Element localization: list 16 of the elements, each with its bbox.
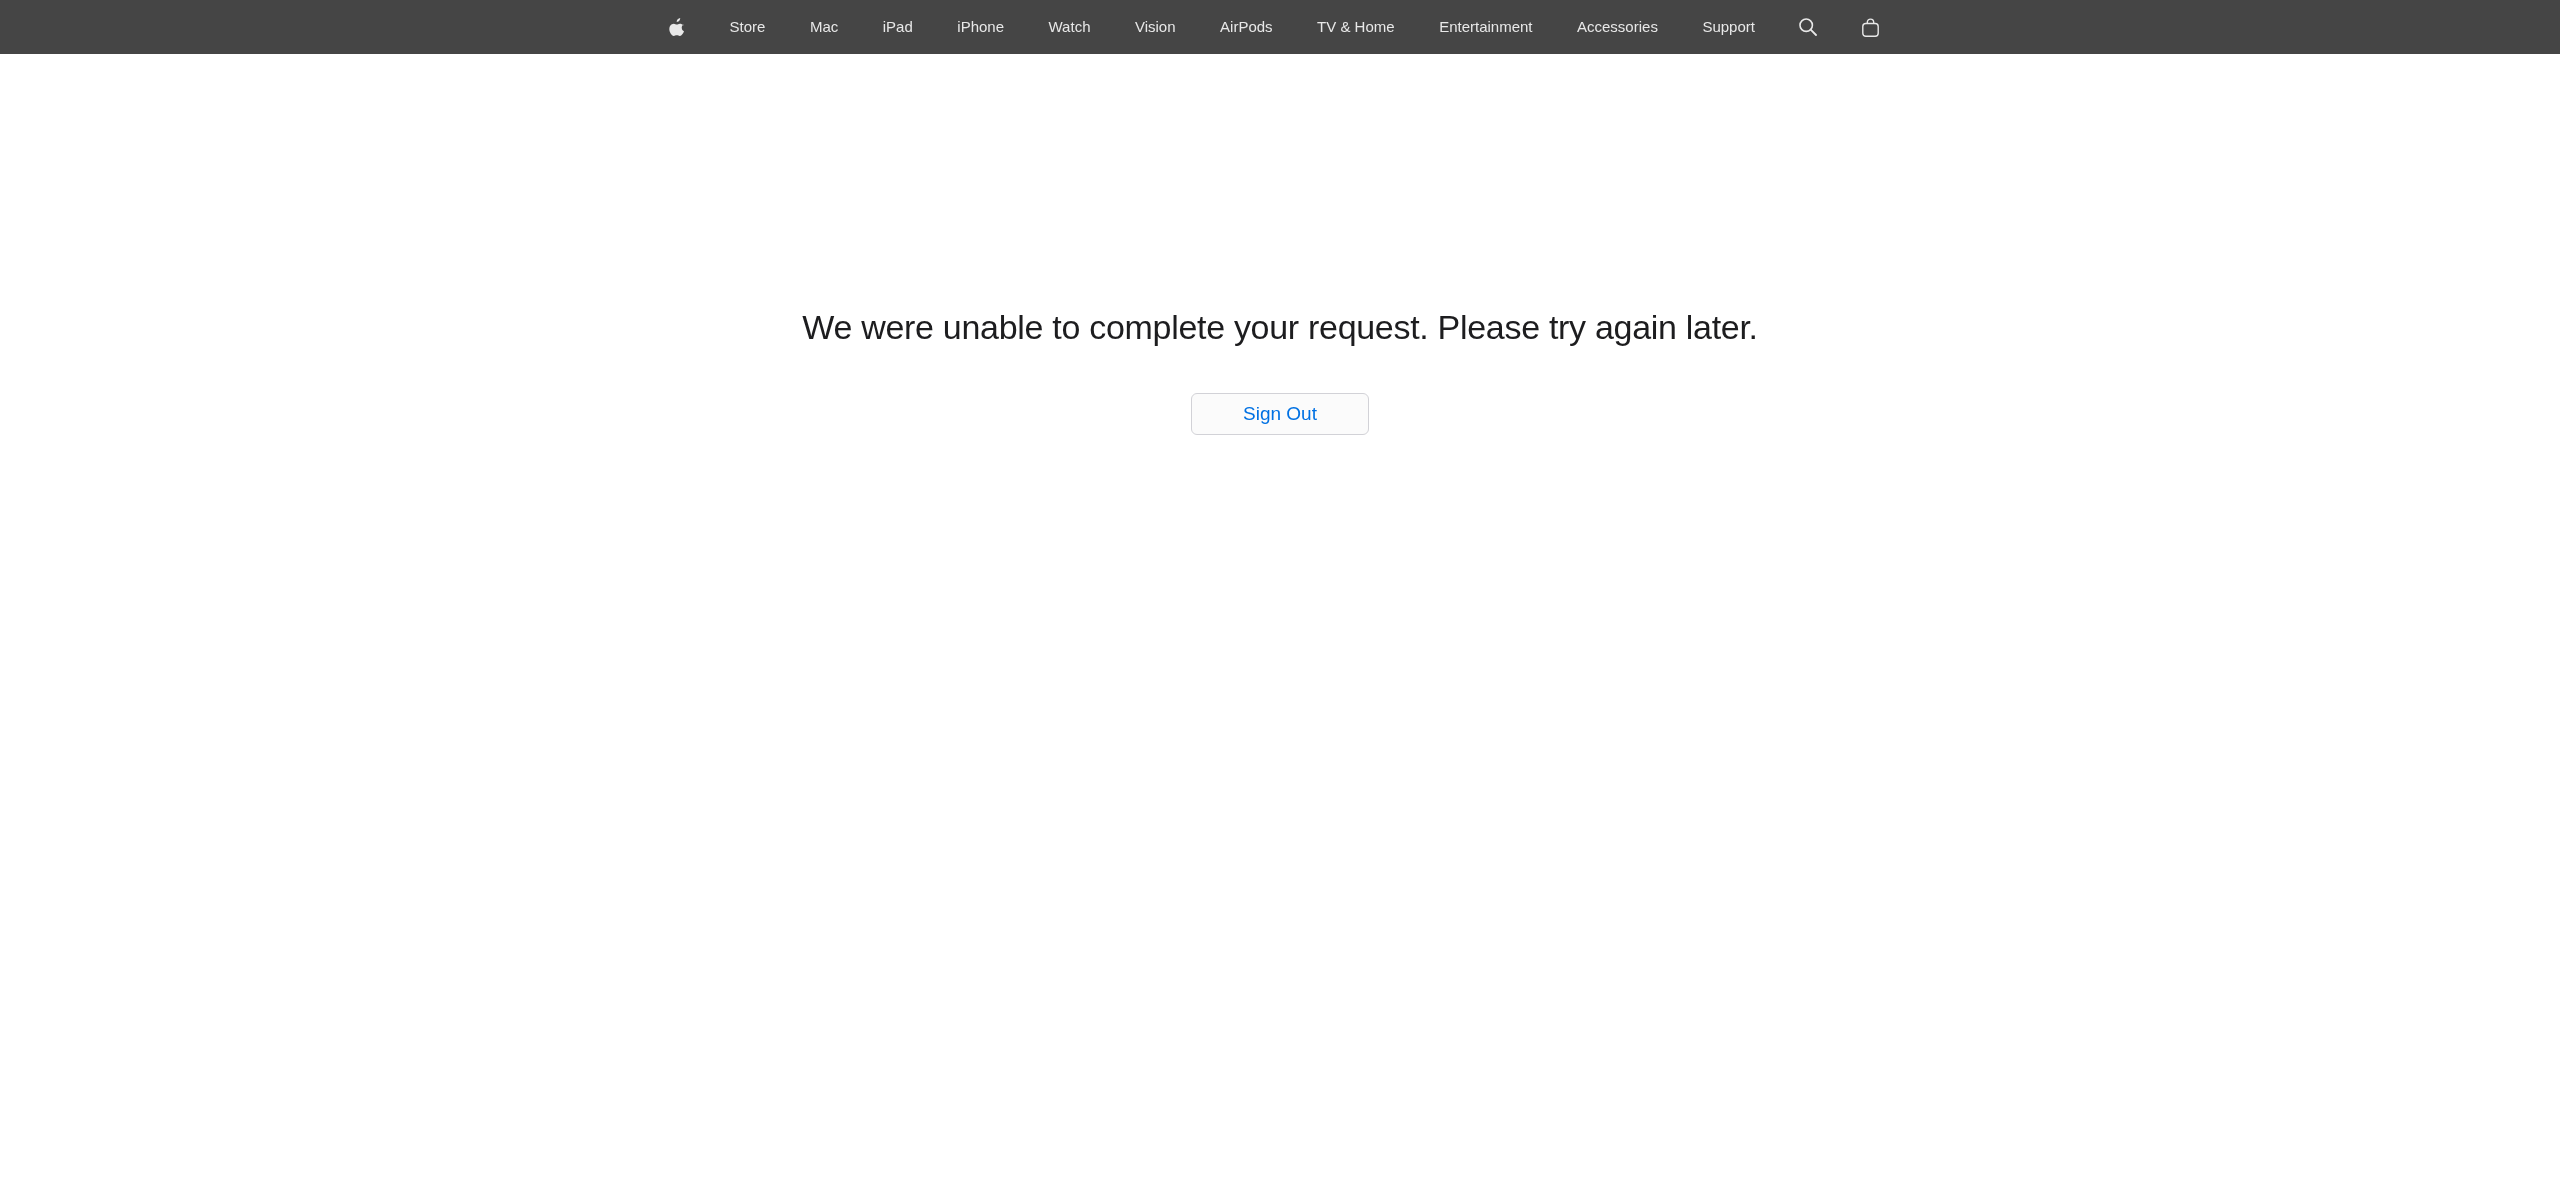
nav-link[interactable]: Watch — [1048, 17, 1091, 37]
apple-icon[interactable] — [669, 17, 686, 37]
search-icon[interactable] — [1799, 18, 1818, 36]
bag-icon[interactable] — [1861, 17, 1879, 37]
nav-link[interactable]: iPhone — [957, 17, 1004, 37]
nav-link[interactable]: Store — [729, 17, 766, 37]
nav-link[interactable]: Vision — [1134, 17, 1176, 37]
nav-link[interactable]: Entertainment — [1439, 17, 1533, 37]
sign-out-button[interactable]: Sign Out — [1191, 393, 1369, 435]
nav-link[interactable]: TV & Home — [1317, 17, 1395, 37]
nav-link[interactable]: AirPods — [1220, 17, 1273, 37]
error-message: We were unable to complete your request. Please try again later. — [802, 307, 1758, 348]
nav-link[interactable]: iPad — [882, 17, 913, 37]
nav-link[interactable]: Accessories — [1577, 17, 1658, 37]
nav-link[interactable]: Mac — [809, 17, 839, 37]
nav-link[interactable]: Support — [1702, 17, 1755, 37]
